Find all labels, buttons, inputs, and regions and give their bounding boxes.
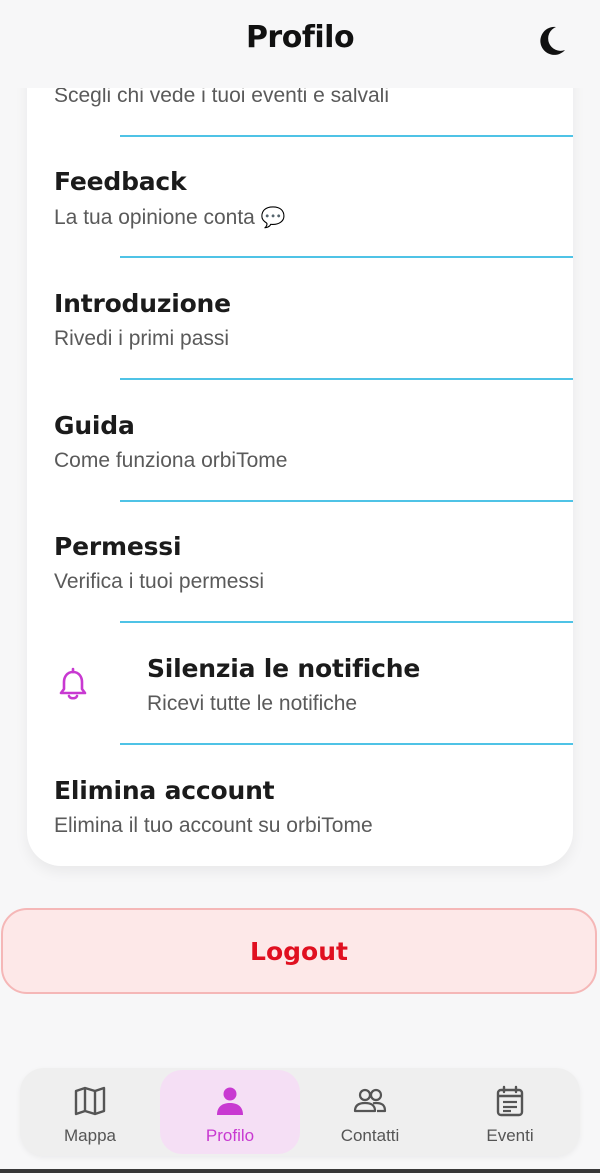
row-divider bbox=[120, 621, 573, 623]
speech-bubble-emoji: 💬 bbox=[260, 207, 286, 229]
guida-title: Guida bbox=[54, 411, 135, 440]
calendar-icon bbox=[496, 1085, 524, 1117]
settings-row-guida[interactable]: Guida Come funziona orbiTome bbox=[27, 381, 573, 502]
app-header: Profilo bbox=[0, 0, 600, 88]
nav-item-profilo[interactable]: Profilo bbox=[160, 1070, 300, 1154]
nav-label-profilo: Profilo bbox=[205, 1126, 255, 1145]
feedback-subtitle-text: La tua opinione conta bbox=[54, 206, 255, 229]
nav-label-eventi: Eventi bbox=[486, 1126, 534, 1145]
page-title: Profilo bbox=[245, 20, 355, 55]
guida-subtitle: Come funziona orbiTome bbox=[54, 449, 288, 472]
nav-item-eventi[interactable]: Eventi bbox=[440, 1070, 580, 1154]
feedback-subtitle: La tua opinione conta 💬 bbox=[54, 205, 286, 230]
bottom-navigation: Mappa Profilo Contatti Eventi bbox=[20, 1068, 580, 1156]
silenzia-subtitle: Ricevi tutte le notifiche bbox=[147, 692, 358, 715]
permessi-subtitle: Verifica i tuoi permessi bbox=[54, 570, 265, 593]
introduzione-subtitle: Rivedi i primi passi bbox=[54, 327, 230, 350]
settings-row-feedback[interactable]: Feedback La tua opinione conta 💬 bbox=[27, 137, 573, 258]
logout-label: Logout bbox=[250, 936, 348, 966]
theme-toggle-button[interactable] bbox=[532, 22, 570, 60]
logout-button[interactable]: Logout bbox=[1, 908, 597, 994]
settings-row-introduzione[interactable]: Introduzione Rivedi i primi passi bbox=[27, 259, 573, 380]
person-icon bbox=[217, 1087, 243, 1115]
row-divider bbox=[120, 378, 573, 380]
nav-item-mappa[interactable]: Mappa bbox=[20, 1070, 160, 1154]
nav-label-mappa: Mappa bbox=[64, 1126, 116, 1145]
bell-icon bbox=[59, 667, 87, 700]
row-divider bbox=[120, 743, 573, 745]
settings-row-elimina-account[interactable]: Elimina account Elimina il tuo account s… bbox=[27, 746, 573, 867]
moon-icon bbox=[540, 26, 565, 55]
nav-item-contatti[interactable]: Contatti bbox=[300, 1070, 440, 1154]
map-icon bbox=[74, 1086, 106, 1116]
elimina-title: Elimina account bbox=[54, 776, 275, 805]
nav-label-contatti: Contatti bbox=[340, 1126, 400, 1145]
introduzione-title: Introduzione bbox=[54, 289, 231, 318]
system-gesture-bar bbox=[0, 1169, 600, 1173]
permessi-title: Permessi bbox=[54, 532, 182, 561]
silenzia-title: Silenzia le notifiche bbox=[147, 654, 421, 683]
row-divider bbox=[120, 256, 573, 258]
elimina-subtitle: Elimina il tuo account su orbiTome bbox=[54, 814, 373, 837]
feedback-title: Feedback bbox=[54, 167, 187, 196]
settings-row-silenzia-notifiche[interactable]: Silenzia le notifiche Ricevi tutte le no… bbox=[27, 624, 573, 745]
settings-card: Scegli chi vede i tuoi eventi e salvali … bbox=[27, 40, 573, 866]
contacts-icon bbox=[353, 1088, 387, 1113]
settings-row-permessi[interactable]: Permessi Verifica i tuoi permessi bbox=[27, 502, 573, 623]
